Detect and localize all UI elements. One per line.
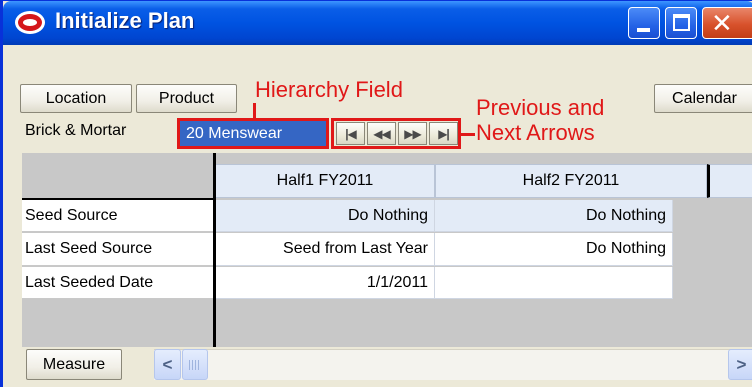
initialize-plan-window: Initialize Plan ✕ Location Product Calen… bbox=[0, 0, 752, 387]
close-button[interactable]: ✕ bbox=[702, 7, 752, 39]
row-header-seed-source: Seed Source bbox=[22, 200, 215, 232]
annotation-pointer-hierarchy bbox=[253, 103, 256, 119]
close-icon: ✕ bbox=[711, 8, 733, 38]
maximize-icon bbox=[673, 14, 690, 31]
window-title: Initialize Plan bbox=[55, 8, 195, 33]
last-arrow-button[interactable]: ▶| bbox=[429, 122, 458, 145]
horizontal-scrollbar[interactable] bbox=[154, 349, 752, 380]
minimize-button[interactable] bbox=[628, 7, 660, 39]
oracle-ring-icon bbox=[15, 11, 45, 34]
column-header-half2[interactable]: Half2 FY2011 bbox=[435, 164, 707, 198]
maximize-button[interactable] bbox=[665, 7, 697, 39]
row-header-divider bbox=[213, 153, 216, 347]
cell-last-seed-source-half2[interactable]: Do Nothing bbox=[435, 233, 673, 266]
annotation-arrows-line1: Previous and bbox=[476, 95, 605, 120]
annotation-arrows-line2: Next Arrows bbox=[476, 120, 595, 145]
chevron-left-icon: < bbox=[162, 354, 173, 374]
next-arrow-button[interactable]: ▶▶ bbox=[398, 122, 427, 145]
cell-last-seeded-date-half2[interactable] bbox=[435, 267, 673, 299]
location-value-label: Brick & Mortar bbox=[25, 122, 127, 139]
annotation-hierarchy-field: Hierarchy Field bbox=[255, 77, 403, 102]
measure-button[interactable]: Measure bbox=[26, 349, 122, 380]
column-header-half1[interactable]: Half1 FY2011 bbox=[215, 164, 435, 198]
scroll-right-button[interactable]: > bbox=[728, 349, 752, 380]
first-arrow-button[interactable]: |◀ bbox=[336, 122, 365, 145]
calendar-button[interactable]: Calendar bbox=[654, 84, 752, 113]
row-header-last-seeded-date: Last Seeded Date bbox=[22, 267, 215, 299]
cell-last-seeded-date-half1[interactable]: 1/1/2011 bbox=[215, 267, 435, 299]
row-header-top-border bbox=[22, 198, 215, 200]
scrollbar-thumb[interactable] bbox=[182, 349, 208, 380]
title-bar[interactable]: Initialize Plan ✕ bbox=[3, 1, 752, 45]
chevron-right-icon: > bbox=[736, 354, 747, 374]
column-header-overflow bbox=[707, 164, 752, 198]
cell-seed-source-half1[interactable]: Do Nothing bbox=[215, 200, 435, 232]
product-button[interactable]: Product bbox=[136, 84, 237, 113]
row-header-last-seed-source: Last Seed Source bbox=[22, 233, 215, 266]
cell-last-seed-source-half1[interactable]: Seed from Last Year bbox=[215, 233, 435, 266]
scroll-left-button[interactable]: < bbox=[154, 349, 181, 380]
minimize-icon bbox=[637, 28, 650, 32]
nav-arrows-group: |◀ ◀◀ ▶▶ ▶| bbox=[331, 118, 461, 149]
location-button[interactable]: Location bbox=[20, 84, 132, 113]
hierarchy-field[interactable]: 20 Menswear bbox=[177, 118, 329, 149]
cell-seed-source-half2[interactable]: Do Nothing bbox=[435, 200, 673, 232]
previous-arrow-button[interactable]: ◀◀ bbox=[367, 122, 396, 145]
annotation-pointer-arrows bbox=[460, 133, 475, 136]
